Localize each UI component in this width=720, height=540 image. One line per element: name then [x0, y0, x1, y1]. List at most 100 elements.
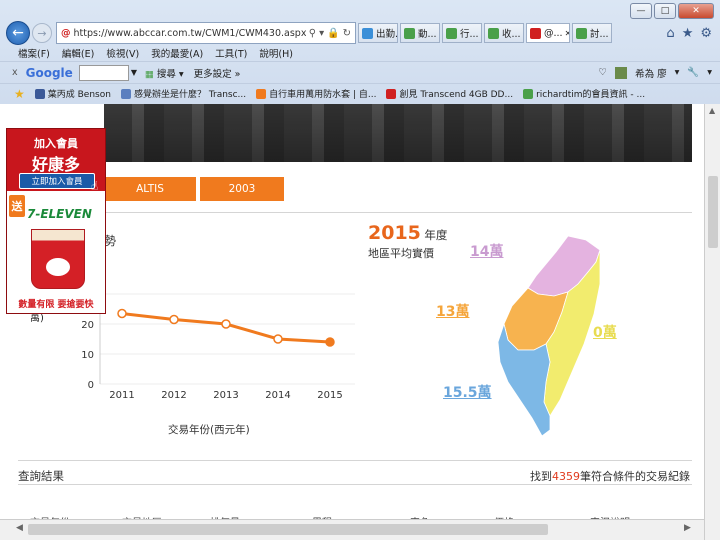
favorite-label: 感覺辦坐是什麼？ Transc... [133, 90, 247, 100]
browser-tab[interactable]: 動... [400, 23, 440, 43]
price-central-link[interactable]: 13萬 [436, 301, 469, 321]
price-south-link[interactable]: 15.5萬 [443, 382, 492, 402]
result-count: 4359 [552, 470, 580, 483]
forward-arrow-icon[interactable]: → [32, 23, 52, 43]
menu-favorites[interactable]: 我的最愛(A) [151, 46, 203, 60]
menu-help[interactable]: 說明(H) [259, 46, 293, 60]
favorites-star-icon[interactable]: ★ [14, 87, 25, 101]
data-point[interactable] [169, 314, 179, 325]
tab-favicon-icon [576, 27, 587, 39]
ad-footer: 數量有限 要搶要快 [18, 300, 94, 310]
google-icon: ▦ [144, 68, 154, 80]
favorite-link[interactable]: 創見 Transcend 4GB DD... [386, 87, 513, 100]
data-point[interactable] [117, 308, 127, 319]
refresh-icon[interactable]: ↻ [343, 28, 351, 39]
page-icon [120, 88, 131, 99]
tab-label: 行... [460, 29, 479, 40]
filter-model-button[interactable]: ALTIS [104, 177, 196, 201]
browser-chrome: — □ ✕ ← → @ https://www.abccar.com.tw/CW… [0, 0, 720, 104]
x-axis-label: 交易年份(西元年) [168, 424, 250, 436]
taiwan-map [497, 235, 601, 437]
results-count-text: 找到4359筆符合條件的交易紀錄 [530, 468, 690, 484]
browser-tab[interactable]: 討... [572, 23, 612, 43]
tab-label: @... [544, 27, 563, 39]
maximize-button[interactable]: □ [654, 3, 676, 19]
data-point[interactable] [325, 337, 335, 347]
browser-tab[interactable]: 行... [442, 23, 482, 43]
user-name[interactable]: 希為 廖 [635, 66, 667, 80]
horizontal-scroll-thumb[interactable] [28, 524, 548, 535]
seven-eleven-logo: 7-ELEVEN [27, 207, 92, 221]
scroll-right-icon[interactable]: ▶ [684, 523, 691, 533]
tab-label: 出勤... [376, 29, 398, 40]
browser-tab-active[interactable]: @... ✕ [526, 23, 570, 43]
close-toolbar-icon[interactable]: x [12, 67, 18, 78]
dropdown-icon[interactable]: ▾ [319, 28, 324, 39]
coffee-cup-icon [31, 229, 85, 289]
y-tick-label: 10 [81, 350, 94, 361]
favorites-star-icon[interactable]: ★ [682, 26, 694, 41]
site-favicon-icon: @ [61, 27, 71, 39]
menu-edit[interactable]: 編輯(E) [62, 46, 94, 60]
found-prefix: 找到 [530, 470, 552, 483]
address-bar[interactable]: @ https://www.abccar.com.tw/CWM1/CWM430.… [56, 22, 356, 44]
favorite-link[interactable]: 自行車用萬用防水套 | 自... [256, 87, 376, 100]
page-icon [523, 88, 534, 99]
favorite-label: 自行車用萬用防水套 | 自... [269, 90, 377, 100]
nav-row: ← → @ https://www.abccar.com.tw/CWM1/CWM… [0, 20, 720, 46]
tab-favicon-icon [404, 27, 415, 39]
vertical-scroll-thumb[interactable] [708, 176, 718, 248]
wrench-icon[interactable]: 🔧 [687, 67, 699, 78]
favorite-label: 創見 Transcend 4GB DD... [399, 90, 514, 100]
tab-favicon-icon [362, 27, 373, 39]
url-text: https://www.abccar.com.tw/CWM1/CWM430.as… [73, 27, 306, 39]
menu-file[interactable]: 檔案(F) [18, 46, 50, 60]
scroll-left-icon[interactable]: ◀ [16, 523, 23, 533]
filter-label: 2003 [228, 183, 256, 195]
divider [18, 460, 692, 461]
member-promo-ad[interactable]: 加入會員 好康多 立即加入會員 ☝ 送 7-ELEVEN 數量有限 要搶要快 [6, 128, 106, 314]
favorite-link[interactable]: richardtim的會員資訊 - ... [523, 87, 645, 100]
more-settings-button[interactable]: 更多設定 » [194, 66, 241, 80]
minimize-button[interactable]: — [630, 3, 652, 19]
ad-line2: 好康多 [31, 155, 80, 174]
menu-tools[interactable]: 工具(T) [215, 46, 247, 60]
favorite-link[interactable]: 感覺辦坐是什麼？ Transc... [120, 87, 247, 100]
favorite-label: 葉丙成 Benson [47, 90, 111, 100]
join-member-button[interactable]: 立即加入會員 [19, 173, 95, 189]
horizontal-scrollbar[interactable]: ◀ ▶ [0, 519, 704, 540]
settings-gear-icon[interactable]: ⚙ [700, 26, 712, 41]
filter-year-button[interactable]: 2003 [200, 177, 284, 201]
back-arrow-icon[interactable]: ← [6, 21, 30, 45]
filter-label: ALTIS [136, 183, 164, 195]
divider [18, 212, 692, 213]
search-icon[interactable]: ⚲ [309, 28, 316, 39]
google-search-button[interactable]: ▦ 搜尋 ▾ [145, 66, 184, 80]
data-point[interactable] [273, 334, 283, 344]
scroll-up-icon[interactable]: ▲ [709, 106, 715, 115]
browser-tab[interactable]: 收... [484, 23, 524, 43]
menu-view[interactable]: 檢視(V) [106, 46, 139, 60]
browser-tab[interactable]: 出勤... [358, 23, 398, 43]
pchome-icon [386, 88, 397, 99]
google-logo: Google [25, 65, 73, 80]
home-icon[interactable]: ⌂ [666, 26, 674, 41]
google-toolbar: x Google ▼ ▦ 搜尋 ▾ 更多設定 » ♡ 希為 廖 ▾ 🔧 ▾ [0, 61, 720, 83]
x-tick-label: 2013 [213, 390, 238, 401]
favorites-bar: ★ 葉丙成 Benson 感覺辦坐是什麼？ Transc... 自行車用萬用防水… [0, 83, 720, 103]
google-search-input[interactable] [78, 64, 129, 81]
facebook-icon [34, 88, 45, 99]
close-button[interactable]: ✕ [678, 3, 714, 19]
x-tick-label: 2014 [265, 390, 290, 401]
data-point[interactable] [221, 319, 231, 329]
tab-close-icon[interactable]: ✕ [565, 29, 569, 38]
avatar[interactable] [615, 66, 628, 79]
region-year: 2015 [368, 222, 421, 244]
chevron-down-icon[interactable]: ▼ [131, 68, 141, 77]
x-tick-label: 2011 [109, 390, 134, 401]
x-tick-label: 2015 [317, 390, 342, 401]
vertical-scrollbar[interactable]: ▲ [704, 104, 720, 540]
favorite-link[interactable]: 葉丙成 Benson [34, 87, 111, 100]
bell-icon[interactable]: ♡ [599, 67, 608, 78]
parking-lot-banner [104, 104, 692, 162]
